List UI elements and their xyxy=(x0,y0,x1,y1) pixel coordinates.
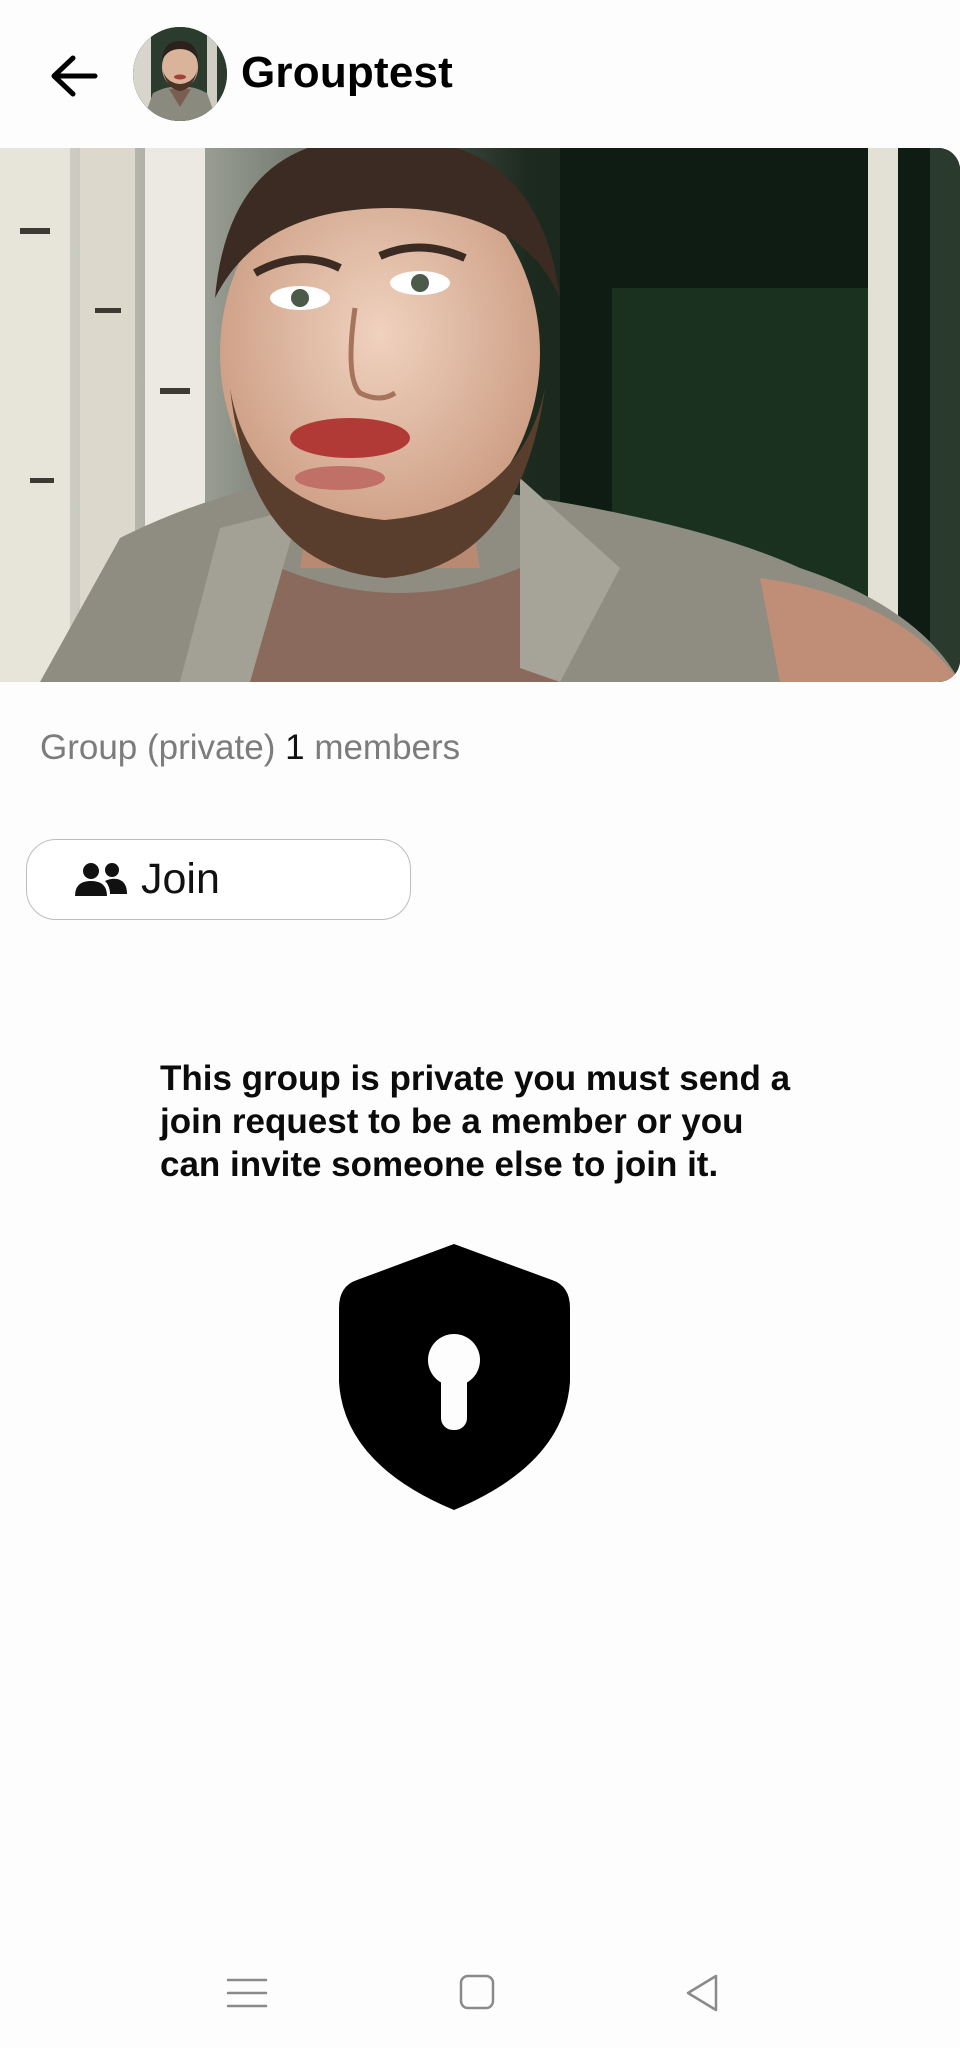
group-meta: Group (private) 1 members xyxy=(40,728,460,768)
group-type: Group (private) xyxy=(40,728,276,767)
app-header: Grouptest xyxy=(0,0,960,150)
members-label: members xyxy=(314,728,461,767)
menu-icon[interactable] xyxy=(222,1968,272,2018)
shield-lock-icon xyxy=(339,1244,570,1510)
page-title: Grouptest xyxy=(241,48,454,97)
back-button[interactable] xyxy=(44,46,104,106)
private-notice: This group is private you must send a jo… xyxy=(160,1059,791,1184)
member-count: 1 xyxy=(285,728,305,767)
join-label: Join xyxy=(141,855,220,903)
users-icon xyxy=(75,862,127,896)
home-square-icon[interactable] xyxy=(453,1968,503,2018)
group-cover-image[interactable] xyxy=(0,148,960,682)
arrow-left-icon xyxy=(51,55,98,97)
avatar[interactable] xyxy=(133,27,227,121)
system-navbar xyxy=(0,1940,960,2048)
back-triangle-icon[interactable] xyxy=(680,1968,730,2018)
join-button[interactable]: Join xyxy=(26,839,411,920)
